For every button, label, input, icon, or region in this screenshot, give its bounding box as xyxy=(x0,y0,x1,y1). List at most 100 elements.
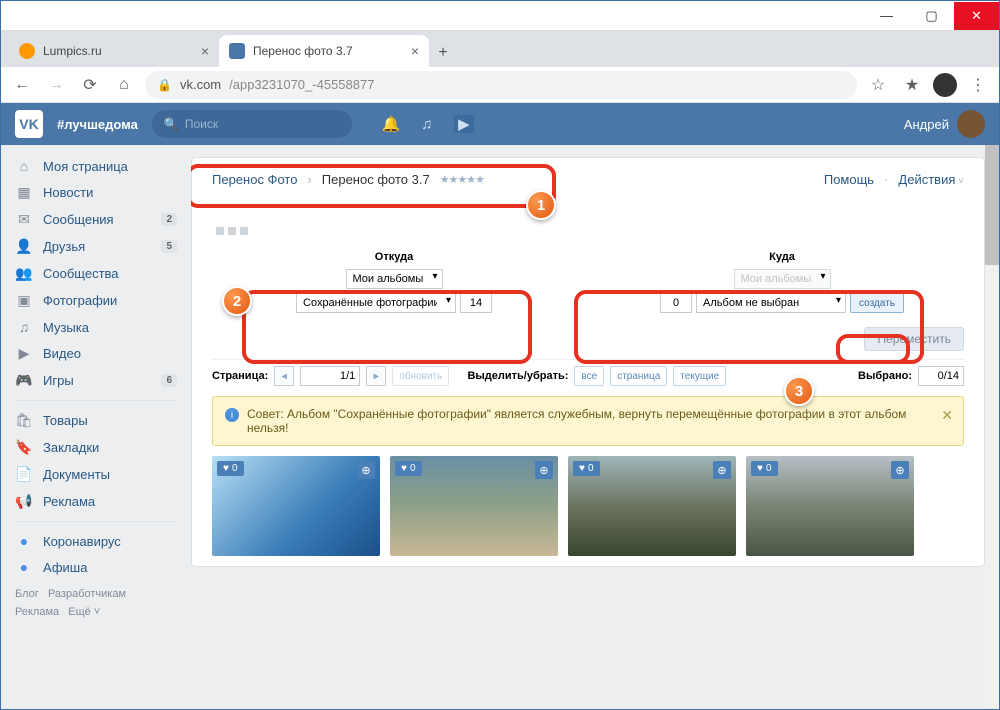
sidebar-item-label: Моя страница xyxy=(43,159,128,174)
sidebar-item-label: Товары xyxy=(43,413,88,428)
zoom-icon[interactable]: ⊕ xyxy=(357,461,375,479)
sidebar-item-market[interactable]: 🛍Товары xyxy=(1,407,191,434)
extension-button[interactable]: ★ xyxy=(899,72,925,98)
photo-thumb[interactable]: ♥ 0 ⊕ xyxy=(212,456,380,556)
profile-avatar[interactable] xyxy=(933,73,957,97)
annotation-marker-1: 1 xyxy=(526,190,556,220)
user-menu[interactable]: Андрей xyxy=(904,110,985,138)
zoom-icon[interactable]: ⊕ xyxy=(535,461,553,479)
crumb-root[interactable]: Перенос Фото xyxy=(212,172,297,187)
window-minimize[interactable]: — xyxy=(864,2,909,30)
page-next-button[interactable]: ▸ xyxy=(366,366,386,386)
play-icon[interactable]: ▶ xyxy=(454,115,474,133)
sidebar-item-label: Афиша xyxy=(43,560,87,575)
back-button[interactable]: ← xyxy=(9,72,35,98)
music-icon: ♫ xyxy=(15,319,33,335)
address-bar: ← → ⟳ ⌂ 🔒 vk.com/app3231070_-45558877 ☆ … xyxy=(1,67,999,103)
page-prev-button[interactable]: ◂ xyxy=(274,366,294,386)
sidebar-item-ads[interactable]: 📢Реклама xyxy=(1,488,191,515)
from-count: 14 xyxy=(460,293,492,313)
footer-link[interactable]: Разработчикам xyxy=(48,588,126,600)
music-icon[interactable]: ♫ xyxy=(418,115,436,133)
app-card: Перенос Фото › Перенос фото 3.7 ★★★★★ По… xyxy=(191,157,985,567)
sidebar-item-news[interactable]: ▦Новости xyxy=(1,179,191,206)
tab-app[interactable]: Перенос фото 3.7 × xyxy=(219,35,429,67)
badge: 5 xyxy=(161,240,177,253)
sidebar-item-messages[interactable]: ✉Сообщения2 xyxy=(1,206,191,233)
sidebar-item-bookmarks[interactable]: 🔖Закладки xyxy=(1,434,191,461)
sidebar-item-label: Игры xyxy=(43,373,74,388)
search-input[interactable]: 🔍 Поиск xyxy=(152,110,352,138)
url-input[interactable]: 🔒 vk.com/app3231070_-45558877 xyxy=(145,71,857,99)
select-page-button[interactable]: страница xyxy=(610,366,667,386)
thumbnails: ♥ 0 ⊕ ♥ 0 ⊕ ♥ 0 ⊕ ♥ 0 ⊕ xyxy=(212,456,964,556)
message-icon: ✉ xyxy=(15,211,33,228)
tab-label: Перенос фото 3.7 xyxy=(253,44,353,58)
footer-link[interactable]: Реклама xyxy=(15,606,59,618)
footer-link[interactable]: Ещё ˅ xyxy=(68,606,100,618)
sidebar-item-label: Музыка xyxy=(43,320,89,335)
sidebar-item-friends[interactable]: 👤Друзья5 xyxy=(1,233,191,260)
sidebar-item-video[interactable]: ▶Видео xyxy=(1,340,191,367)
actions-dropdown[interactable]: Действия xyxy=(898,172,964,187)
move-button[interactable]: Переместить xyxy=(864,327,964,351)
sidebar-item-corona[interactable]: ●Коронавирус xyxy=(1,528,191,554)
dot-icon: ● xyxy=(15,559,33,575)
sidebar-item-games[interactable]: 🎮Игры6 xyxy=(1,367,191,394)
home-button[interactable]: ⌂ xyxy=(111,72,137,98)
close-icon[interactable]: × xyxy=(411,43,419,59)
reload-button[interactable]: ⟳ xyxy=(77,72,103,98)
create-button[interactable]: создать xyxy=(850,293,904,313)
close-icon[interactable]: × xyxy=(201,43,209,59)
sidebar-item-mypage[interactable]: ⌂Моя страница xyxy=(1,153,191,179)
tab-lumpics[interactable]: Lumpics.ru × xyxy=(9,35,219,67)
sidebar-item-photos[interactable]: ▣Фотографии xyxy=(1,287,191,314)
like-badge[interactable]: ♥ 0 xyxy=(573,461,600,476)
chevron-right-icon: › xyxy=(307,172,311,187)
select-all-button[interactable]: все xyxy=(574,366,604,386)
sidebar-item-docs[interactable]: 📄Документы xyxy=(1,461,191,488)
like-badge[interactable]: ♥ 0 xyxy=(395,461,422,476)
chosen-label: Выбрано: xyxy=(858,370,912,382)
window-close[interactable]: ✕ xyxy=(954,2,999,30)
help-link[interactable]: Помощь xyxy=(824,172,874,187)
footer-link[interactable]: Блог xyxy=(15,588,39,600)
video-icon: ▶ xyxy=(15,345,33,362)
like-badge[interactable]: ♥ 0 xyxy=(217,461,244,476)
photo-icon: ▣ xyxy=(15,292,33,309)
sidebar-item-groups[interactable]: 👥Сообщества xyxy=(1,260,191,287)
zoom-icon[interactable]: ⊕ xyxy=(891,461,909,479)
zoom-icon[interactable]: ⊕ xyxy=(713,461,731,479)
scrollbar-thumb[interactable] xyxy=(985,145,999,265)
sidebar-item-music[interactable]: ♫ Музыка xyxy=(1,314,191,340)
like-badge[interactable]: ♥ 0 xyxy=(751,461,778,476)
to-album-select[interactable]: Альбом не выбран xyxy=(696,293,846,313)
photo-thumb[interactable]: ♥ 0 ⊕ xyxy=(390,456,558,556)
photo-thumb[interactable]: ♥ 0 ⊕ xyxy=(568,456,736,556)
vk-hashtag[interactable]: #лучшедома xyxy=(57,117,138,132)
search-placeholder: Поиск xyxy=(185,117,218,131)
bookmark-button[interactable]: ☆ xyxy=(865,72,891,98)
menu-button[interactable]: ⋮ xyxy=(965,72,991,98)
dot-icon: ● xyxy=(15,533,33,549)
from-album-select[interactable]: Сохранённые фотографии xyxy=(296,293,456,313)
bell-icon[interactable]: 🔔 xyxy=(382,115,400,133)
dot: · xyxy=(884,172,888,187)
search-icon: 🔍 xyxy=(164,117,179,131)
window-maximize[interactable]: ▢ xyxy=(909,2,954,30)
badge: 2 xyxy=(161,213,177,226)
photo-thumb[interactable]: ♥ 0 ⊕ xyxy=(746,456,914,556)
friends-icon: 👤 xyxy=(15,238,33,255)
close-icon[interactable]: ✕ xyxy=(941,407,953,424)
info-icon: i xyxy=(225,408,239,422)
vk-logo[interactable]: VK xyxy=(15,110,43,138)
new-tab-button[interactable]: + xyxy=(429,39,457,67)
rating-stars[interactable]: ★★★★★ xyxy=(440,173,484,186)
forward-button[interactable]: → xyxy=(43,72,69,98)
from-source-select[interactable]: Мои альбомы xyxy=(346,269,443,289)
select-current-button[interactable]: текущие xyxy=(673,366,726,386)
refresh-button[interactable]: обновить xyxy=(392,366,449,386)
sidebar: ⌂Моя страница ▦Новости ✉Сообщения2 👤Друз… xyxy=(1,145,191,709)
page-input[interactable] xyxy=(300,366,360,386)
sidebar-item-afisha[interactable]: ● Афиша xyxy=(1,554,191,580)
